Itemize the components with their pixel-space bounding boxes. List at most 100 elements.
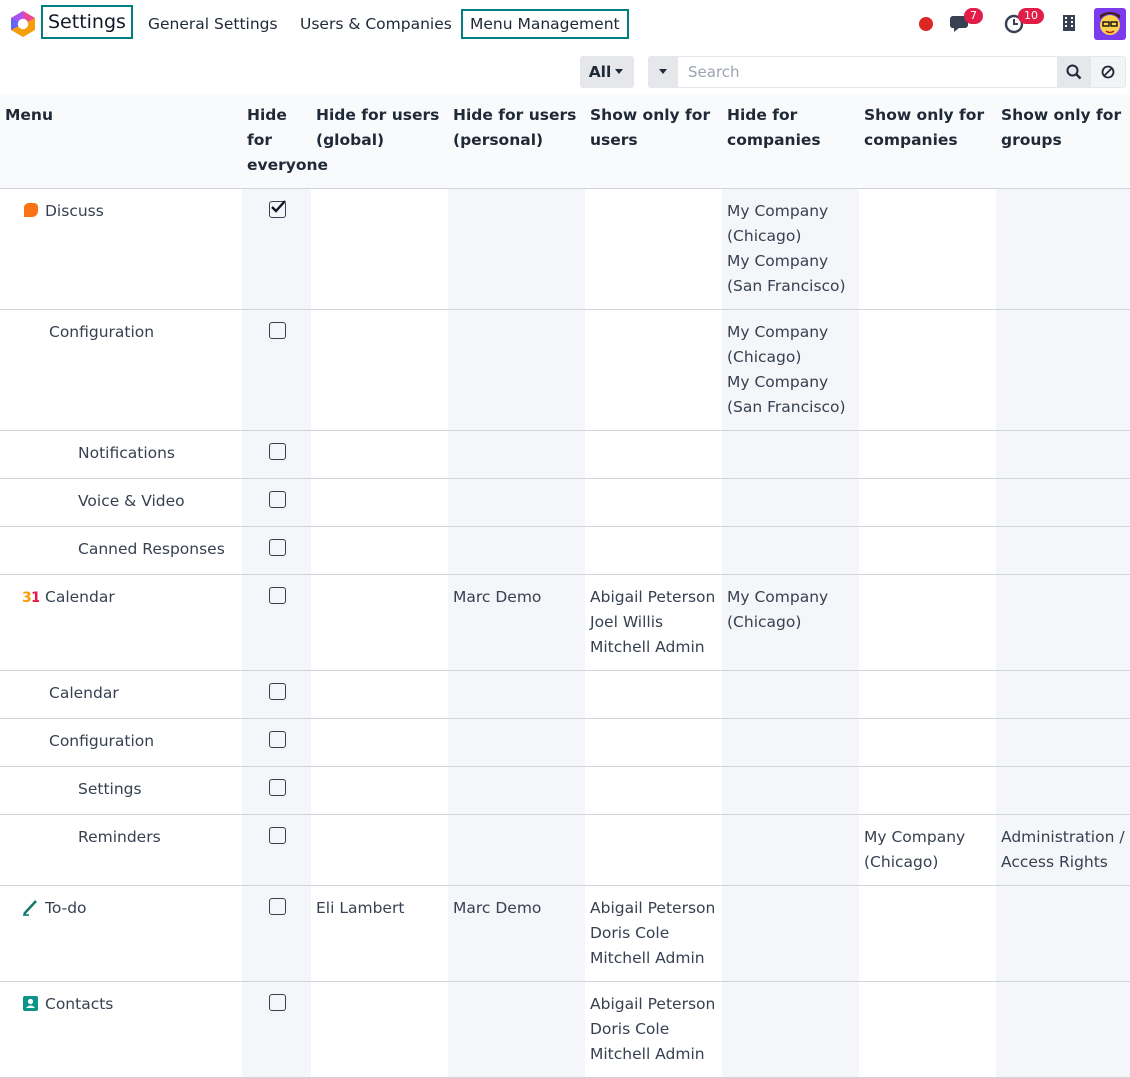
column-header-show-users[interactable]: Show only for users xyxy=(585,94,722,189)
menu-name-cell[interactable]: Calendar xyxy=(0,670,242,719)
show-users-cell[interactable] xyxy=(585,526,722,575)
messages-button[interactable]: 7 xyxy=(949,8,983,38)
show-users-cell[interactable] xyxy=(585,478,722,527)
nav-users-companies[interactable]: Users & Companies xyxy=(300,15,452,33)
hide-users-global-cell[interactable] xyxy=(311,309,448,431)
menu-name-cell[interactable]: To-do xyxy=(0,885,242,982)
show-users-cell[interactable] xyxy=(585,814,722,886)
checkbox-unchecked[interactable] xyxy=(269,827,286,844)
show-groups-cell[interactable] xyxy=(996,885,1130,982)
column-header-hide-everyone[interactable]: Hide for everyone xyxy=(242,94,328,189)
search-button[interactable] xyxy=(1057,57,1091,87)
column-header-hide-companies[interactable]: Hide for companies xyxy=(722,94,859,189)
user-avatar[interactable] xyxy=(1094,8,1126,40)
app-title[interactable]: Settings xyxy=(41,5,133,39)
show-users-cell[interactable] xyxy=(585,430,722,479)
show-groups-cell[interactable] xyxy=(996,478,1130,527)
hide-users-personal-cell[interactable] xyxy=(448,430,585,479)
hide-users-personal-cell[interactable] xyxy=(448,981,585,1078)
menu-name-cell[interactable]: Settings xyxy=(0,766,242,815)
show-groups-cell[interactable] xyxy=(996,670,1130,719)
hide-users-personal-cell[interactable] xyxy=(448,309,585,431)
hide-companies-cell[interactable]: My Company (Chicago) My Company (San Franci… xyxy=(722,188,859,310)
hide-users-personal-cell[interactable] xyxy=(448,670,585,719)
hide-users-global-cell[interactable] xyxy=(311,526,448,575)
hide-companies-cell[interactable] xyxy=(722,478,859,527)
nav-menu-management[interactable]: Menu Management xyxy=(461,9,629,39)
checkbox-unchecked[interactable] xyxy=(269,491,286,508)
show-companies-cell[interactable] xyxy=(859,309,996,431)
show-groups-cell[interactable]: Administration / Access Rights xyxy=(996,814,1130,886)
menu-name-cell[interactable]: Discuss xyxy=(0,188,242,310)
table-row[interactable]: 3 1 Calendar Marc Demo Abigail Peterson Joel … xyxy=(0,574,1130,671)
hide-users-global-cell[interactable] xyxy=(311,430,448,479)
hide-users-personal-cell[interactable] xyxy=(448,814,585,886)
checkbox-unchecked[interactable] xyxy=(269,539,286,556)
table-row[interactable]: Calendar xyxy=(0,670,1130,719)
show-users-cell[interactable] xyxy=(585,188,722,310)
column-header-show-groups[interactable]: Show only for groups xyxy=(996,94,1130,189)
hide-companies-cell[interactable] xyxy=(722,718,859,767)
show-groups-cell[interactable] xyxy=(996,526,1130,575)
show-groups-cell[interactable] xyxy=(996,766,1130,815)
show-users-cell[interactable] xyxy=(585,718,722,767)
hide-users-global-cell[interactable] xyxy=(311,766,448,815)
menu-name-cell[interactable]: Configuration xyxy=(0,309,242,431)
show-groups-cell[interactable] xyxy=(996,309,1130,431)
show-companies-cell[interactable] xyxy=(859,718,996,767)
table-row[interactable]: Settings xyxy=(0,766,1130,815)
checkbox-unchecked[interactable] xyxy=(269,779,286,796)
checkbox-unchecked[interactable] xyxy=(269,683,286,700)
table-row[interactable]: Voice & Video xyxy=(0,478,1130,527)
hide-users-personal-cell[interactable] xyxy=(448,478,585,527)
hide-users-global-cell[interactable] xyxy=(311,478,448,527)
hide-companies-cell[interactable]: My Company (Chicago) xyxy=(722,574,859,671)
table-row[interactable]: Reminders My Company (Chicago) Administrati… xyxy=(0,814,1130,886)
show-companies-cell[interactable] xyxy=(859,574,996,671)
hide-companies-cell[interactable] xyxy=(722,430,859,479)
hide-users-global-cell[interactable] xyxy=(311,718,448,767)
show-companies-cell[interactable]: My Company (Chicago) xyxy=(859,814,996,886)
checkbox-unchecked[interactable] xyxy=(269,898,286,915)
odoo-app-icon[interactable] xyxy=(9,10,37,38)
show-groups-cell[interactable] xyxy=(996,188,1130,310)
status-dot-icon[interactable] xyxy=(918,16,934,32)
show-users-cell[interactable] xyxy=(585,670,722,719)
clear-search-button[interactable] xyxy=(1091,57,1125,87)
hide-companies-cell[interactable] xyxy=(722,981,859,1078)
hide-users-personal-cell[interactable]: Marc Demo xyxy=(448,885,585,982)
show-groups-cell[interactable] xyxy=(996,718,1130,767)
hide-users-personal-cell[interactable] xyxy=(448,766,585,815)
hide-users-personal-cell[interactable] xyxy=(448,718,585,767)
hide-users-global-cell[interactable] xyxy=(311,574,448,671)
show-users-cell[interactable] xyxy=(585,309,722,431)
hide-companies-cell[interactable] xyxy=(722,766,859,815)
menu-name-cell[interactable]: Contacts xyxy=(0,981,242,1078)
show-groups-cell[interactable] xyxy=(996,430,1130,479)
table-row[interactable]: To-do Eli Lambert Marc Demo Abigail Peterso… xyxy=(0,885,1130,982)
menu-name-cell[interactable]: Notifications xyxy=(0,430,242,479)
show-companies-cell[interactable] xyxy=(859,478,996,527)
company-building-icon[interactable] xyxy=(1062,14,1076,32)
hide-users-personal-cell[interactable]: Marc Demo xyxy=(448,574,585,671)
table-row[interactable]: Canned Responses xyxy=(0,526,1130,575)
hide-users-global-cell[interactable] xyxy=(311,188,448,310)
show-companies-cell[interactable] xyxy=(859,188,996,310)
nav-general-settings[interactable]: General Settings xyxy=(148,15,278,33)
hide-users-personal-cell[interactable] xyxy=(448,526,585,575)
table-row[interactable]: Discuss My Company (Chicago) My Company (San… xyxy=(0,188,1130,310)
show-companies-cell[interactable] xyxy=(859,430,996,479)
show-users-cell[interactable]: Abigail Peterson Doris Cole Mitchell Admin xyxy=(585,885,722,982)
menu-name-cell[interactable]: 3 1 Calendar xyxy=(0,574,242,671)
show-users-cell[interactable]: Abigail Peterson Doris Cole Mitchell Admin xyxy=(585,981,722,1078)
menu-name-cell[interactable]: Canned Responses xyxy=(0,526,242,575)
checkbox-unchecked[interactable] xyxy=(269,994,286,1011)
hide-companies-cell[interactable] xyxy=(722,526,859,575)
hide-users-global-cell[interactable] xyxy=(311,814,448,886)
hide-companies-cell[interactable] xyxy=(722,885,859,982)
show-groups-cell[interactable] xyxy=(996,574,1130,671)
show-companies-cell[interactable] xyxy=(859,670,996,719)
hide-companies-cell[interactable] xyxy=(722,670,859,719)
activity-button[interactable]: 10 xyxy=(1004,8,1044,38)
checkbox-unchecked[interactable] xyxy=(269,587,286,604)
